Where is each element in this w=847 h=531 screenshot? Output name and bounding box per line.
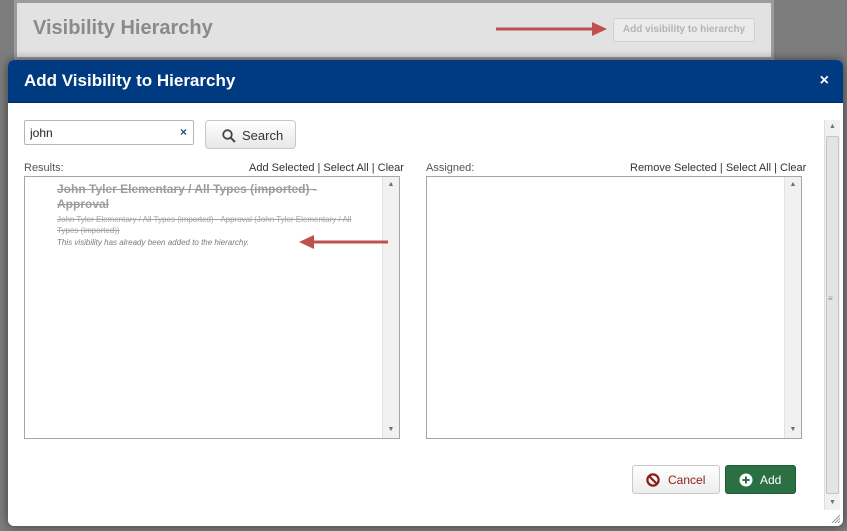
annotation-arrow-icon	[496, 22, 607, 36]
search-icon	[222, 129, 236, 143]
already-added-note: This visibility has already been added t…	[57, 238, 249, 247]
add-visibility-dialog: Add Visibility to Hierarchy × × Search R…	[8, 60, 843, 526]
assigned-actions: Remove Selected | Select All | Clear	[630, 162, 807, 174]
cancel-button[interactable]: Cancel	[632, 465, 720, 494]
clear-search-icon[interactable]: ×	[180, 125, 187, 139]
remove-selected-link[interactable]: Remove Selected	[630, 162, 717, 174]
assigned-scrollbar[interactable]: ▲ ▼	[784, 177, 801, 438]
resize-handle-icon[interactable]	[830, 513, 840, 523]
plus-circle-icon	[739, 473, 753, 487]
results-scrollbar[interactable]: ▲ ▼	[382, 177, 399, 438]
assigned-clear-link[interactable]: Clear	[780, 162, 806, 174]
search-button-label: Search	[242, 128, 284, 143]
dialog-scrollbar[interactable]: ▲ ≡ ▼	[824, 120, 840, 510]
dialog-title: Add Visibility to Hierarchy	[24, 71, 236, 90]
cancel-button-label: Cancel	[668, 473, 706, 487]
dialog-header: Add Visibility to Hierarchy ×	[8, 60, 843, 103]
assigned-list[interactable]: ▲ ▼	[426, 176, 802, 439]
search-button[interactable]: Search	[205, 120, 296, 149]
ban-icon	[646, 473, 660, 487]
results-list[interactable]: John Tyler Elementary / All Types (impor…	[24, 176, 400, 439]
search-input[interactable]	[25, 121, 175, 144]
search-field: ×	[24, 120, 194, 145]
add-selected-link[interactable]: Add Selected	[249, 162, 314, 174]
assigned-select-all-link[interactable]: Select All	[726, 162, 771, 174]
scroll-down-icon[interactable]: ▼	[383, 423, 399, 437]
add-button[interactable]: Add	[725, 465, 796, 494]
scroll-up-icon[interactable]: ▲	[785, 178, 801, 192]
add-visibility-to-hierarchy-button[interactable]: Add visibility to hierarchy	[613, 18, 755, 42]
grip-icon: ≡	[828, 294, 833, 303]
result-item-title: John Tyler Elementary / All Types (impor…	[57, 182, 317, 211]
background-page-title: Visibility Hierarchy	[33, 17, 213, 39]
results-label: Results:	[24, 162, 64, 174]
results-actions: Add Selected | Select All | Clear	[249, 162, 404, 174]
annotation-arrow-icon	[299, 235, 388, 249]
close-icon[interactable]: ×	[820, 72, 829, 90]
results-select-all-link[interactable]: Select All	[323, 162, 368, 174]
results-clear-link[interactable]: Clear	[378, 162, 404, 174]
scroll-up-icon[interactable]: ▲	[383, 178, 399, 192]
background-panel: Visibility Hierarchy Add visibility to h…	[14, 0, 774, 60]
add-button-label: Add	[760, 473, 782, 487]
scroll-up-icon[interactable]: ▲	[825, 120, 840, 134]
assigned-label: Assigned:	[426, 162, 475, 174]
scrollbar-thumb[interactable]	[826, 136, 839, 494]
scroll-down-icon[interactable]: ▼	[825, 496, 840, 510]
scroll-down-icon[interactable]: ▼	[785, 423, 801, 437]
